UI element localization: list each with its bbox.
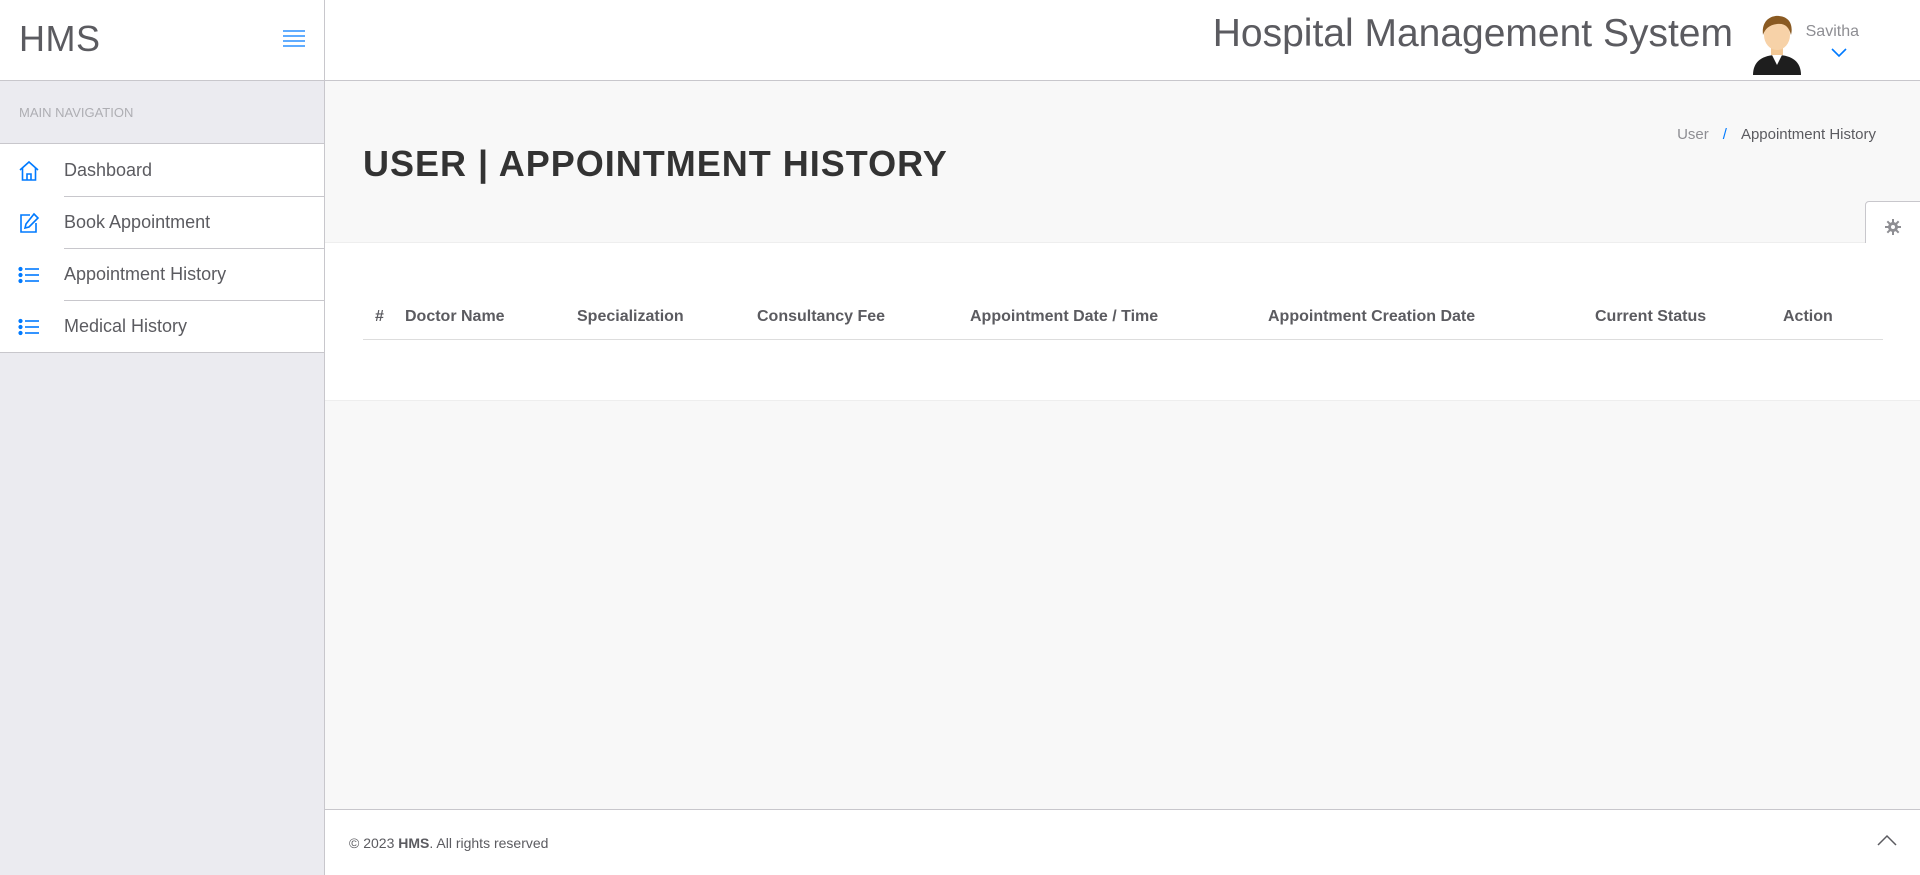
app-title: Hospital Management System — [1212, 12, 1733, 55]
column-header-appointment-creation-date: Appointment Creation Date — [1268, 301, 1595, 340]
table-header-row: # Doctor Name Specialization Consultancy… — [363, 301, 1883, 340]
list-icon — [18, 316, 40, 338]
appointment-history-table: # Doctor Name Specialization Consultancy… — [363, 301, 1883, 340]
breadcrumb: User / Appointment History — [1677, 126, 1876, 143]
column-header-number: # — [363, 301, 405, 340]
sidebar-item-label: Book Appointment — [64, 212, 211, 232]
copyright-brand: HMS — [398, 835, 430, 851]
sidebar: HMS MAIN NAVIGATION Dashboard Book Appoi… — [0, 0, 325, 875]
chevron-up-icon[interactable] — [1876, 832, 1898, 848]
copyright-prefix: © 2023 — [349, 835, 399, 851]
sidebar-item-medical-history[interactable]: Medical History — [0, 300, 324, 352]
sidebar-item-label: Dashboard — [64, 160, 153, 180]
sidebar-item-label: Appointment History — [64, 264, 227, 284]
column-header-current-status: Current Status — [1595, 301, 1783, 340]
column-header-specialization: Specialization — [577, 301, 757, 340]
username[interactable]: Savitha — [1806, 23, 1859, 41]
column-header-appointment-date-time: Appointment Date / Time — [970, 301, 1268, 340]
breadcrumb-separator: / — [1722, 126, 1727, 143]
column-header-consultancy-fee: Consultancy Fee — [757, 301, 970, 340]
edit-icon — [18, 212, 40, 234]
sidebar-item-book-appointment[interactable]: Book Appointment — [0, 196, 324, 248]
brand-logo[interactable]: HMS — [19, 18, 101, 60]
sidebar-item-appointment-history[interactable]: Appointment History — [0, 248, 324, 300]
user-avatar[interactable] — [1751, 13, 1803, 75]
breadcrumb-parent[interactable]: User — [1677, 126, 1709, 143]
home-icon — [18, 160, 40, 182]
page-title: USER | APPOINTMENT HISTORY — [363, 143, 948, 184]
column-header-action: Action — [1783, 301, 1883, 340]
top-navbar: Hospital Management System Savitha — [325, 0, 1920, 81]
sidebar-item-dashboard[interactable]: Dashboard — [0, 144, 324, 196]
chevron-down-icon[interactable] — [1830, 45, 1848, 58]
breadcrumb-current: Appointment History — [1740, 126, 1876, 143]
copyright-suffix: . All rights reserved — [429, 835, 549, 851]
menu-toggle-icon[interactable] — [282, 29, 306, 47]
brand-bar: HMS — [0, 0, 324, 81]
footer: © 2023 HMS. All rights reserved — [325, 809, 1920, 875]
sidebar-item-label: Medical History — [64, 316, 188, 336]
list-icon — [18, 264, 40, 286]
appointment-history-panel: # Doctor Name Specialization Consultancy… — [325, 243, 1920, 401]
column-header-doctor-name: Doctor Name — [405, 301, 577, 340]
main-navigation: Dashboard Book Appointment Appointment H… — [0, 144, 324, 353]
copyright-text: © 2023 HMS. All rights reserved — [349, 835, 548, 851]
page-header: USER | APPOINTMENT HISTORY User / Appointm… — [325, 81, 1920, 243]
nav-heading: MAIN NAVIGATION — [0, 81, 324, 144]
